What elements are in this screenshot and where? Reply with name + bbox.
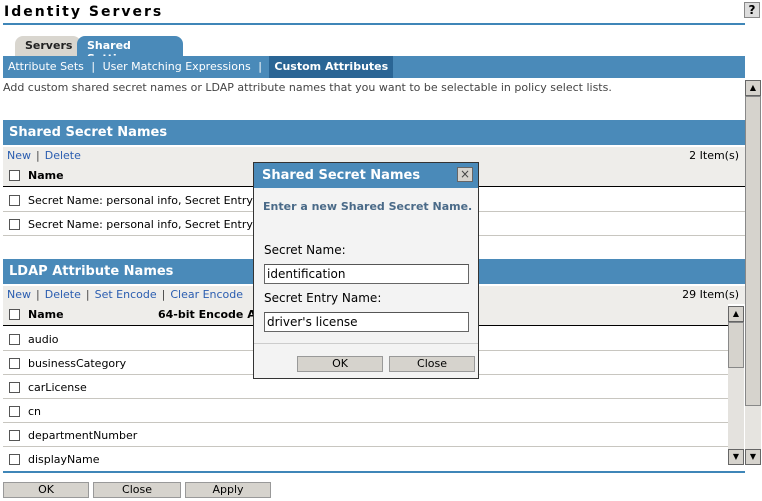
scrollbar-track[interactable] (745, 406, 761, 449)
page-title: Identity Servers (4, 4, 164, 20)
row-checkbox[interactable] (9, 406, 20, 417)
row-checkbox[interactable] (9, 195, 20, 206)
new-link[interactable]: New (7, 149, 31, 162)
separator: | (91, 60, 96, 73)
row-checkbox[interactable] (9, 219, 20, 230)
set-encode-link[interactable]: Set Encode (95, 288, 157, 301)
description: Add custom shared secret names or LDAP a… (3, 81, 612, 94)
secret-entry-name-input[interactable] (264, 312, 469, 332)
subnav-custom-attributes[interactable]: Custom Attributes (269, 56, 394, 78)
subnav: Attribute Sets | User Matching Expressio… (3, 56, 745, 78)
item-count: 2 Item(s) (689, 149, 739, 162)
clear-encode-link[interactable]: Clear Encode (170, 288, 243, 301)
subnav-attribute-sets[interactable]: Attribute Sets (8, 60, 84, 73)
dialog-title: Shared Secret Names (254, 163, 478, 188)
row-checkbox[interactable] (9, 334, 20, 345)
row-name[interactable]: carLicense (28, 381, 87, 394)
column-name: Name (28, 169, 64, 182)
ldap-scroll-down-arrow[interactable]: ▼ (728, 449, 744, 465)
dialog-close-button[interactable]: Close (389, 356, 475, 372)
delete-link[interactable]: Delete (45, 288, 81, 301)
secret-name-label: Secret Name: (264, 243, 346, 257)
row-name[interactable]: cn (28, 405, 41, 418)
scroll-down-arrow[interactable]: ▼ (745, 449, 761, 465)
apply-button[interactable]: Apply (185, 482, 271, 498)
divider (3, 471, 745, 473)
tab-shared-settings[interactable]: Shared Settings (77, 36, 183, 65)
row-checkbox[interactable] (9, 382, 20, 393)
shared-secret-header: Shared Secret Names (3, 120, 745, 145)
dialog-ok-button[interactable]: OK (297, 356, 383, 372)
ldap-scroll-up-arrow[interactable]: ▲ (728, 306, 744, 322)
ok-button[interactable]: OK (3, 482, 89, 498)
divider (254, 343, 478, 344)
close-button[interactable]: Close (93, 482, 181, 498)
row-checkbox[interactable] (9, 430, 20, 441)
row-name[interactable]: departmentNumber (28, 429, 137, 442)
separator: | (258, 60, 262, 73)
column-name: Name (28, 308, 64, 321)
ldap-scrollbar-thumb[interactable] (728, 322, 744, 368)
help-button[interactable]: ? (744, 2, 760, 18)
row-name[interactable]: businessCategory (28, 357, 126, 370)
shared-secret-dialog: Shared Secret Names × Enter a new Shared… (253, 162, 479, 379)
select-all-checkbox[interactable] (9, 170, 20, 181)
ldap-scrollbar-track[interactable] (728, 368, 744, 449)
new-link[interactable]: New (7, 288, 31, 301)
delete-link[interactable]: Delete (45, 149, 81, 162)
tab-servers[interactable]: Servers (15, 36, 81, 56)
item-count: 29 Item(s) (682, 288, 739, 301)
close-icon[interactable]: × (457, 167, 473, 182)
row-name[interactable]: audio (28, 333, 58, 346)
secret-entry-name-label: Secret Entry Name: (264, 291, 382, 305)
secret-name-input[interactable] (264, 264, 469, 284)
row-checkbox[interactable] (9, 454, 20, 465)
divider (3, 23, 745, 25)
subnav-user-matching-expressions[interactable]: User Matching Expressions (103, 60, 251, 73)
table-row: departmentNumber (3, 423, 728, 447)
scrollbar-thumb[interactable] (745, 96, 761, 406)
table-row: cn (3, 399, 728, 423)
scroll-up-arrow[interactable]: ▲ (745, 80, 761, 96)
select-all-checkbox[interactable] (9, 309, 20, 320)
dialog-prompt: Enter a new Shared Secret Name. (263, 200, 473, 213)
row-checkbox[interactable] (9, 358, 20, 369)
table-row: displayName (3, 447, 728, 466)
row-name[interactable]: displayName (28, 453, 100, 466)
